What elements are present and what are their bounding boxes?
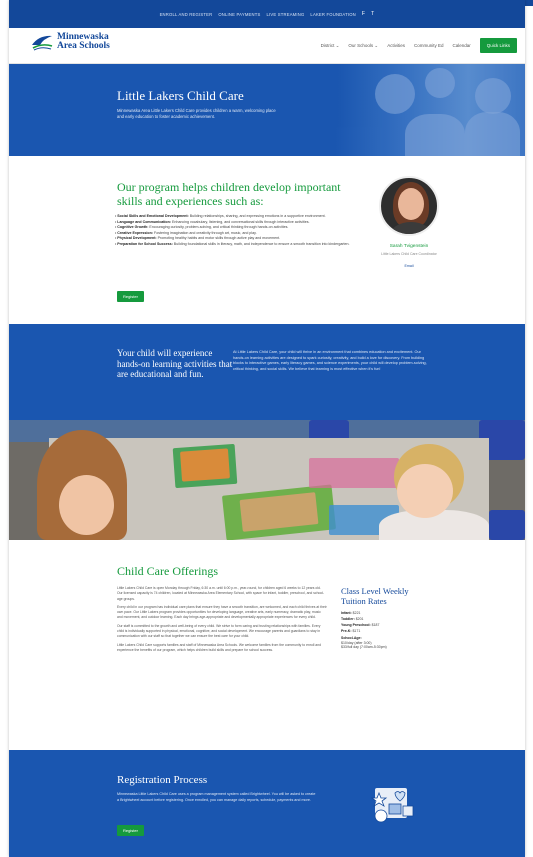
offerings-section: Child Care Offerings Little Lakers Child…: [9, 540, 525, 750]
logo-text: Minnewaska Area Schools: [57, 32, 110, 51]
school-logo[interactable]: Minnewaska Area Schools: [31, 32, 110, 51]
quick-links-button[interactable]: Quick Links: [479, 38, 517, 53]
twitter-icon[interactable]: t: [371, 11, 374, 17]
list-item: Creative Expression: Fostering imaginati…: [115, 231, 365, 236]
nav-activities[interactable]: Activities: [387, 43, 405, 48]
hands-on-heading: Your child will experience hands-on lear…: [117, 348, 233, 379]
classroom-photo: [9, 420, 525, 540]
site-header: Minnewaska Area Schools District ⌄ Our S…: [9, 28, 525, 64]
staff-avatar: [379, 176, 439, 236]
registration-illustration-icon: [370, 788, 414, 823]
staff-email-link[interactable]: Email: [369, 264, 449, 268]
list-item: Cognitive Growth: Encouraging curiosity,…: [115, 225, 365, 230]
registration-section: Registration Process Minnewaska Little L…: [9, 750, 525, 857]
nav-calendar[interactable]: Calendar: [452, 43, 470, 48]
list-item: Language and Communication: Enhancing vo…: [115, 220, 365, 225]
hero-subtitle: Minnewaska Area Little Lakers Child Care…: [117, 108, 276, 119]
tuition-rates: Class Level Weekly Tuition Rates Infant:…: [341, 586, 431, 650]
hands-on-section: Your child will experience hands-on lear…: [9, 324, 525, 420]
hero-title: Little Lakers Child Care: [117, 88, 244, 103]
utility-bar: ENROLL AND REGISTER ONLINE PAYMENTS LIVE…: [9, 0, 525, 28]
nav-our-schools[interactable]: Our Schools ⌄: [348, 43, 378, 49]
logo-line-2: Area Schools: [57, 41, 110, 51]
page-frame: ENROLL AND REGISTER ONLINE PAYMENTS LIVE…: [9, 0, 525, 857]
facebook-icon[interactable]: f: [362, 11, 365, 17]
laker-logo-icon: [32, 35, 53, 51]
staff-name: Sarah Tvigenstein: [389, 244, 429, 249]
hero-banner: Little Lakers Child Care Minnewaska Area…: [9, 64, 525, 156]
list-item: Social Skills and Emotional Development:…: [115, 214, 365, 219]
register-button[interactable]: Register: [117, 291, 144, 302]
staff-title: Little Lakers Child Care Coordinator: [381, 252, 437, 256]
offerings-heading: Child Care Offerings: [117, 564, 219, 578]
registration-heading: Registration Process: [117, 774, 208, 786]
offerings-paragraph: Every child in our program has individua…: [117, 604, 327, 620]
nav-community-ed[interactable]: Community Ed: [414, 43, 444, 48]
registration-register-button[interactable]: Register: [117, 825, 144, 836]
utility-link-payments[interactable]: ONLINE PAYMENTS: [218, 12, 260, 17]
hands-on-text: At Little Lakers Child Care, your child …: [233, 350, 427, 371]
skills-list: Social Skills and Emotional Development:…: [115, 214, 365, 248]
school-age-rate: School-Age: $10/day (after 3:00) $33/ful…: [341, 636, 387, 650]
list-item: Physical Development: Promoting healthy …: [115, 236, 365, 241]
hero-photo: [335, 64, 525, 156]
nav-district[interactable]: District ⌄: [321, 43, 340, 49]
utility-link-live[interactable]: LIVE STREAMING: [266, 12, 304, 17]
utility-link-enroll[interactable]: ENROLL AND REGISTER: [160, 12, 213, 17]
program-section: Our program helps children develop impor…: [9, 156, 525, 324]
main-nav: District ⌄ Our Schools ⌄ Activities Comm…: [321, 38, 517, 53]
offerings-paragraph: Our staff is committed to the growth and…: [117, 623, 321, 639]
program-heading: Our program helps children develop impor…: [117, 180, 341, 208]
registration-text: Minnewaska Little Lakers Child Care uses…: [117, 792, 316, 802]
rates-heading: Class Level Weekly Tuition Rates: [341, 586, 409, 606]
list-item: Preparation for School Success: Building…: [115, 242, 365, 247]
offerings-paragraph: Little Lakers Child Care is open Monday …: [117, 586, 325, 601]
rate-row: Pre-K: $171: [341, 629, 361, 633]
utility-link-foundation[interactable]: LAKER FOUNDATION: [310, 12, 355, 17]
offerings-paragraph: Little Lakers Child Care supports famili…: [117, 642, 321, 652]
offerings-text: Little Lakers Child Care is open Monday …: [117, 586, 327, 656]
